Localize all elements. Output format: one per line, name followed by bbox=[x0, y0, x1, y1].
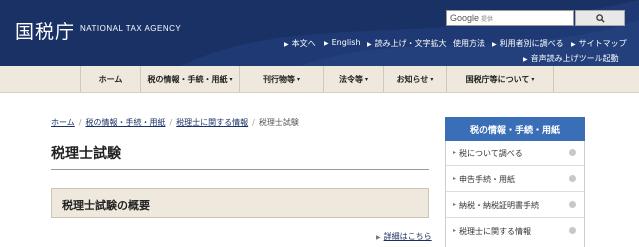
triangle-right-icon: ▶ bbox=[376, 234, 381, 241]
search-brand: Google bbox=[450, 13, 480, 23]
sidebar-item-payment[interactable]: ▸ 納税・納税証明書手続 bbox=[446, 193, 584, 218]
caret-down-icon: ▾ bbox=[296, 76, 300, 83]
triangle-right-icon: ▶ bbox=[492, 41, 497, 48]
breadcrumb-home[interactable]: ホーム bbox=[51, 118, 75, 127]
triangle-right-icon: ▶ bbox=[284, 41, 289, 48]
breadcrumb-separator: / bbox=[78, 118, 82, 127]
nav-about[interactable]: 国税庁等について ▾ bbox=[446, 66, 554, 93]
expand-dot-icon[interactable] bbox=[569, 149, 576, 156]
expand-dot-icon[interactable] bbox=[569, 175, 576, 182]
sidebar-item-filing[interactable]: ▸ 申告手続・用紙 bbox=[446, 167, 584, 192]
util-link-by-user[interactable]: ▶ 利用者別に調べる bbox=[492, 38, 564, 49]
breadcrumb-separator: / bbox=[252, 118, 255, 127]
nav-home[interactable]: ホーム bbox=[80, 66, 140, 93]
sidebar-menu: ▸ 税について調べる ▸ 申告手続・用紙 ▸ 納税・納税証明書手続 ▸ 税理士に… bbox=[445, 141, 585, 247]
sidebar-item-research-tax[interactable]: ▸ 税について調べる bbox=[446, 141, 584, 166]
reader-tool-link[interactable]: ▶ 音声読み上げツール起動 bbox=[523, 53, 619, 64]
details-link-label[interactable]: 詳細はこちら bbox=[384, 232, 432, 241]
triangle-right-icon: ▶ bbox=[571, 41, 576, 48]
breadcrumb-tax-accountant[interactable]: 税理士に関する情報 bbox=[176, 118, 248, 127]
expand-dot-icon[interactable] bbox=[569, 201, 576, 208]
triangle-right-icon: ▸ bbox=[453, 175, 457, 182]
site-logo[interactable]: 国税庁 bbox=[15, 17, 75, 44]
expand-dot-icon[interactable] bbox=[569, 227, 576, 234]
breadcrumb-separator: / bbox=[169, 118, 173, 127]
site-header: 国税庁 NATIONAL TAX AGENCY Google 提供 ▶ 本文へ ▶… bbox=[0, 0, 639, 66]
util-link-english[interactable]: ▶ English bbox=[324, 38, 361, 47]
caret-down-icon: ▾ bbox=[531, 76, 535, 83]
nav-laws[interactable]: 法令等 ▾ bbox=[323, 66, 383, 93]
global-nav: ホーム 税の情報・手続・用紙 ▾ 刊行物等 ▾ 法令等 ▾ お知らせ ▾ 国税庁等につい… bbox=[0, 66, 639, 93]
breadcrumb-current: 税理士試験 bbox=[258, 118, 299, 127]
triangle-right-icon: ▸ bbox=[453, 227, 457, 234]
triangle-right-icon: ▶ bbox=[523, 56, 528, 63]
section-title: 税理士試験の概要 bbox=[62, 199, 150, 212]
sidebar-heading[interactable]: 税の情報・手続・用紙 bbox=[445, 117, 585, 141]
site-logo-en: NATIONAL TAX AGENCY bbox=[80, 24, 182, 33]
triangle-right-icon: ▶ bbox=[324, 40, 329, 47]
details-link[interactable]: ▶ 詳細はこちら bbox=[376, 231, 432, 242]
title-divider bbox=[51, 169, 429, 170]
breadcrumb: ホーム / 税の情報・手続・用紙 / 税理士に関する情報 / 税理士試験 bbox=[51, 117, 299, 128]
search-placeholder: 提供 bbox=[481, 16, 494, 23]
caret-down-icon: ▾ bbox=[430, 76, 434, 83]
util-link-sitemap[interactable]: ▶ サイトマップ bbox=[571, 38, 627, 49]
util-link-honbun[interactable]: ▶ 本文へ bbox=[284, 38, 316, 49]
sidebar-item-tax-accountant[interactable]: ▸ 税理士に関する情報 bbox=[446, 219, 584, 244]
nav-publications[interactable]: 刊行物等 ▾ bbox=[239, 66, 323, 93]
page-title: 税理士試験 bbox=[51, 146, 121, 162]
caret-down-icon: ▾ bbox=[364, 76, 368, 83]
search-button[interactable] bbox=[575, 10, 625, 26]
util-link-usage[interactable]: 使用方法 bbox=[453, 38, 485, 49]
util-link-readaloud[interactable]: ▶ 読み上げ・文字拡大 bbox=[367, 38, 447, 49]
section-heading-box: 税理士試験の概要 bbox=[51, 188, 429, 218]
nav-tax-info[interactable]: 税の情報・手続・用紙 ▾ bbox=[140, 66, 239, 93]
search-input[interactable]: Google 提供 bbox=[446, 10, 574, 26]
search-icon bbox=[595, 13, 605, 23]
triangle-right-icon: ▸ bbox=[453, 149, 457, 156]
breadcrumb-tax-info[interactable]: 税の情報・手続・用紙 bbox=[85, 118, 165, 127]
triangle-right-icon: ▶ bbox=[367, 41, 372, 48]
nav-news[interactable]: お知らせ ▾ bbox=[383, 66, 446, 93]
triangle-right-icon: ▸ bbox=[453, 201, 457, 208]
caret-down-icon: ▾ bbox=[229, 76, 233, 83]
